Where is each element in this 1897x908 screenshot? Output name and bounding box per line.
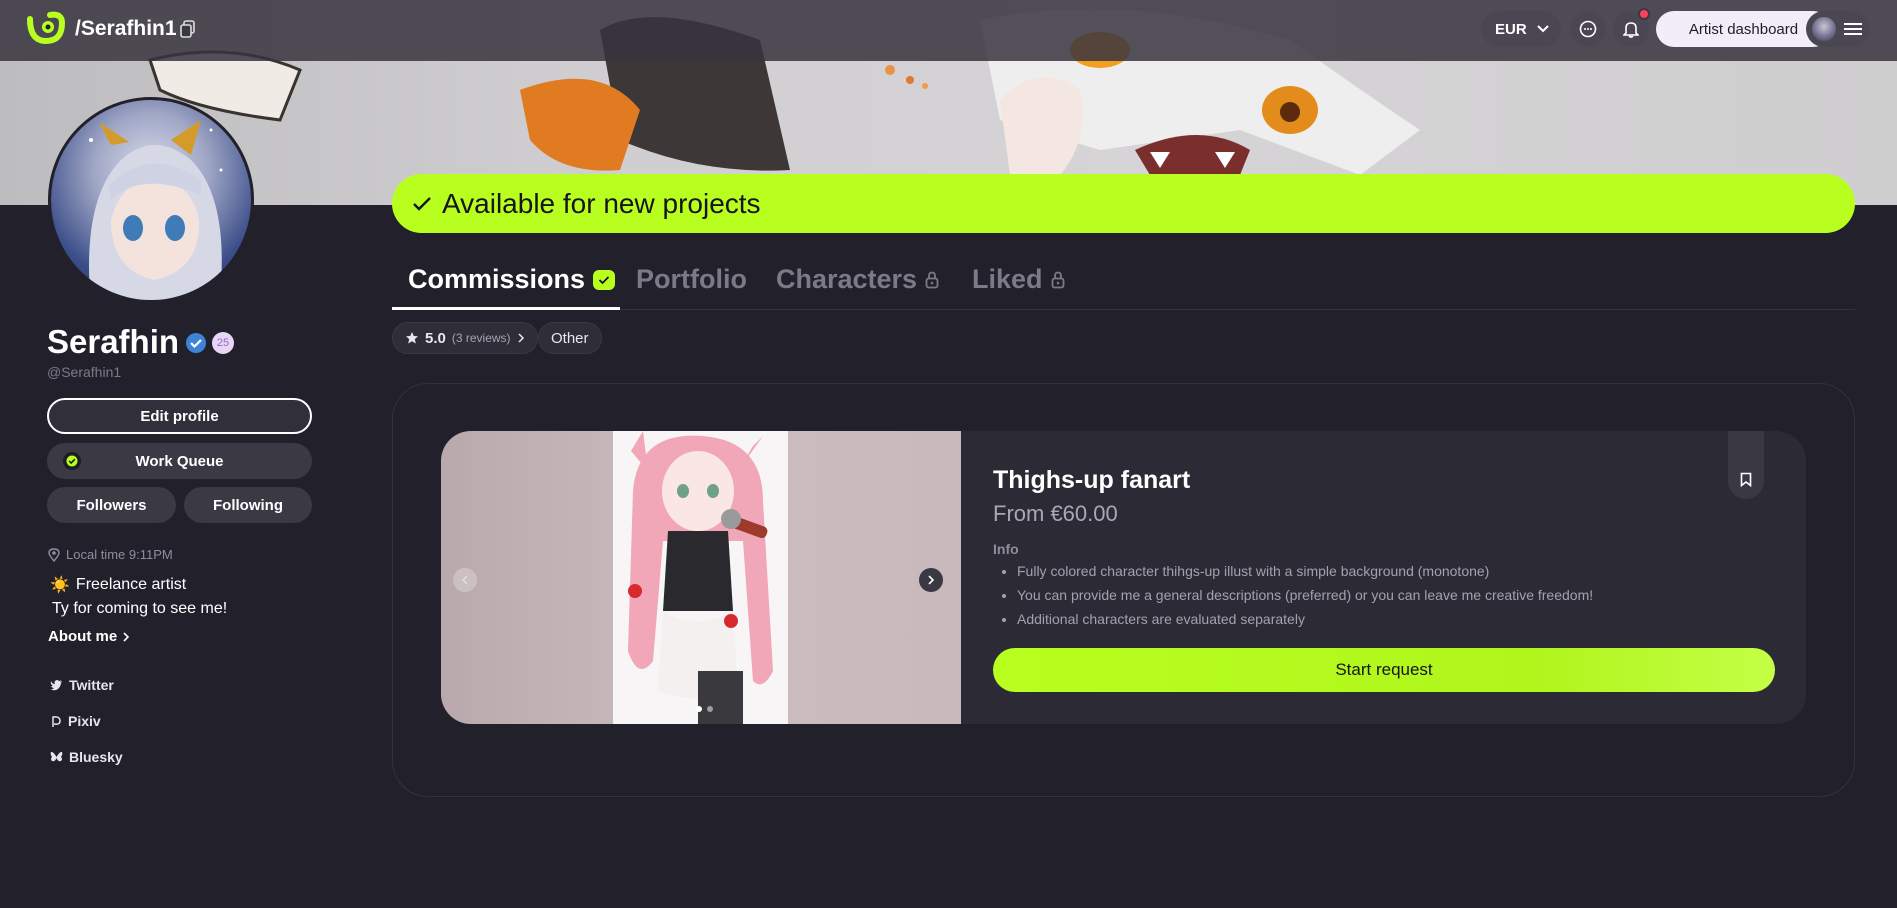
tab-label: Commissions [408,264,586,294]
page-handle-title: /Serafhin1 [75,17,177,40]
chevron-right-icon [518,333,524,343]
review-count: (3 reviews) [451,331,511,345]
followers-button[interactable]: Followers [47,487,176,523]
shield-check-icon [63,452,81,470]
tab-liked[interactable]: Liked [972,264,1065,295]
open-check-icon [593,269,616,290]
commission-price: From €60.00 [993,501,1118,526]
active-tab-indicator [392,307,620,310]
social-label: Bluesky [69,749,123,765]
tab-label: Liked [972,264,1043,294]
star-icon [406,332,418,344]
info-list: Fully colored character thihgs-up illust… [1017,559,1593,631]
social-link-pixiv[interactable]: Pixiv [50,713,101,729]
location-pin-icon [48,547,60,562]
tab-portfolio[interactable]: Portfolio [636,264,747,295]
commission-gallery [441,431,961,724]
verified-badge-icon [186,333,206,353]
top-navigation-bar: /Serafhin1 EUR Artist dashboard [0,0,1897,61]
pagination-dot[interactable] [696,706,702,712]
list-item: Fully colored character thihgs-up illust… [1017,559,1593,583]
avatar-artwork [89,120,223,300]
messages-button[interactable] [1570,11,1606,47]
sun-emoji-icon: ☀️ [50,577,70,594]
tab-commissions[interactable]: Commissions [408,264,616,295]
notification-indicator [1638,8,1650,20]
work-queue-label: Work Queue [135,452,224,470]
bio-line-1: ☀️ Freelance artist [50,575,186,595]
profile-handle: @Serafhin1 [47,364,122,380]
currency-select[interactable]: EUR [1481,11,1561,47]
other-filter-pill[interactable]: Other [538,322,602,354]
start-request-button[interactable]: Start request [993,648,1775,692]
commission-card: Thighs-up fanart From €60.00 Info Fully … [441,431,1806,724]
rating-value: 5.0 [425,329,446,347]
availability-banner: Available for new projects [392,174,1855,233]
bluesky-icon [50,751,63,762]
lock-icon [925,271,939,288]
following-button[interactable]: Following [184,487,312,523]
checkmark-icon [413,196,431,211]
lock-icon [1051,271,1064,288]
user-menu-button[interactable] [1806,11,1870,47]
tab-label: Characters [776,264,918,294]
availability-text: Available for new projects [442,187,761,219]
bio-line-1-text: Freelance artist [75,576,187,593]
previous-image-button[interactable] [453,568,477,592]
twitter-icon [50,680,62,691]
bell-icon [1623,22,1639,38]
chevron-left-icon [461,575,468,585]
local-time-text: Local time 9:11PM [66,547,173,562]
tab-characters[interactable]: Characters [776,264,939,295]
hamburger-menu-icon [1844,23,1862,35]
local-time: Local time 9:11PM [48,547,173,562]
copy-icon[interactable] [180,20,196,38]
bio-line-2: Ty for coming to see me! [52,600,228,617]
next-image-button[interactable] [919,568,943,592]
profile-name: Serafhin [47,323,180,360]
info-heading: Info [993,541,1019,557]
gallery-pagination [696,706,713,712]
site-logo-icon[interactable] [26,11,66,45]
bookmark-icon [1740,472,1752,487]
rating-filter-pill[interactable]: 5.0 (3 reviews) [392,322,538,354]
pagination-dot[interactable] [707,706,713,712]
social-link-twitter[interactable]: Twitter [50,677,114,693]
commission-sample-image [613,431,788,724]
about-me-label: About me [48,628,118,645]
list-item: Additional characters are evaluated sepa… [1017,607,1593,631]
chat-bubble-icon [1579,20,1597,38]
currency-value: EUR [1495,20,1527,38]
profile-tabs: Commissions Portfolio Characters Liked [392,260,1855,310]
bookmark-button[interactable] [1728,431,1764,499]
chevron-right-icon [123,631,130,642]
about-me-link[interactable]: About me [48,628,130,645]
social-link-bluesky[interactable]: Bluesky [50,749,123,765]
artist-dashboard-button[interactable]: Artist dashboard [1656,11,1831,47]
list-item: You can provide me a general description… [1017,583,1593,607]
commission-title: Thighs-up fanart [993,466,1191,494]
edit-profile-button[interactable]: Edit profile [47,398,312,434]
tab-label: Portfolio [636,264,747,294]
social-label: Twitter [69,677,114,693]
chevron-down-icon [1536,25,1549,33]
profile-avatar [48,97,254,303]
pixiv-icon [52,715,61,727]
work-queue-button[interactable]: Work Queue [47,443,312,479]
social-label: Pixiv [68,713,101,729]
user-avatar [1812,17,1836,41]
chevron-right-icon [928,575,935,585]
level-badge: 25 [212,332,234,354]
